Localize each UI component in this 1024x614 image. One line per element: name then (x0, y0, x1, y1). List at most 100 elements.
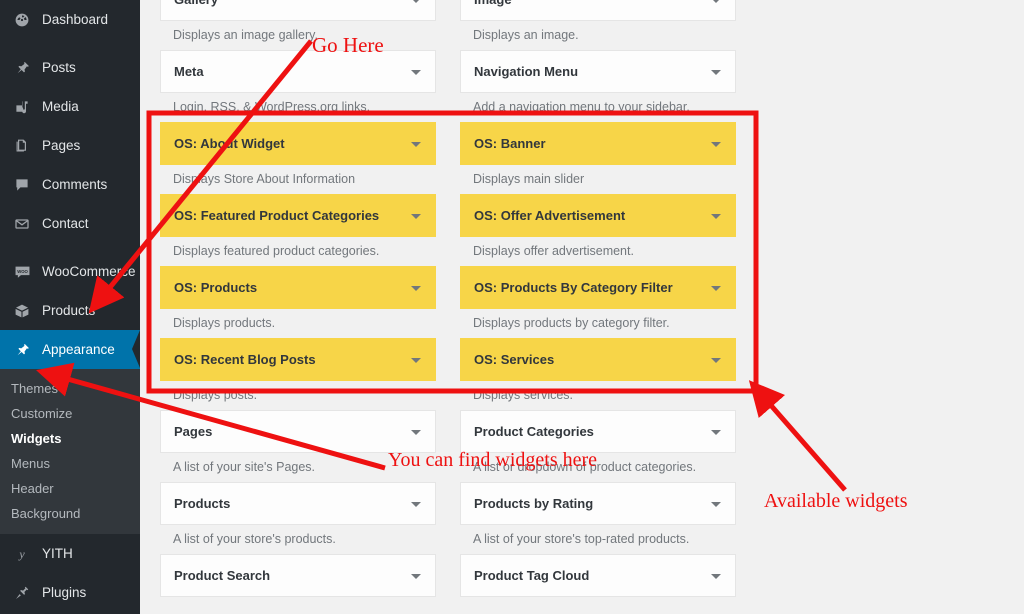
widget-title: OS: Offer Advertisement (474, 208, 626, 223)
widget-title: Gallery (174, 0, 218, 7)
sidebar-item-dashboard[interactable]: Dashboard (0, 0, 140, 39)
widget-toggle-os-products[interactable]: OS: Products (160, 266, 436, 309)
widget-toggle-products-by-rating[interactable]: Products by Rating (460, 482, 736, 525)
pages-icon (11, 136, 33, 156)
widget-card: Image Displays an image. (460, 0, 736, 50)
widget-description: A list of your store's top-rated product… (473, 532, 690, 546)
widget-title: OS: Banner (474, 136, 546, 151)
sidebar-item-contact[interactable]: Contact (0, 204, 140, 243)
chevron-down-icon[interactable] (411, 69, 421, 75)
widget-title: OS: Products (174, 280, 258, 295)
widget-card: OS: About Widget Displays Store About Inf… (160, 122, 436, 194)
widget-toggle-product-search[interactable]: Product Search (160, 554, 436, 597)
chevron-down-icon[interactable] (711, 357, 721, 363)
chevron-down-icon[interactable] (711, 285, 721, 291)
widget-title: Pages (174, 424, 213, 439)
sidebar-item-appearance[interactable]: Appearance (0, 330, 140, 369)
widget-title: OS: About Widget (174, 136, 285, 151)
chevron-down-icon[interactable] (411, 0, 421, 3)
widget-toggle-os-products-by-category-filter[interactable]: OS: Products By Category Filter (460, 266, 736, 309)
widget-toggle-image[interactable]: Image (460, 0, 736, 21)
chevron-down-icon[interactable] (411, 357, 421, 363)
chevron-down-icon[interactable] (711, 0, 721, 3)
chevron-down-icon[interactable] (411, 213, 421, 219)
sidebar-item-pages[interactable]: Pages (0, 126, 140, 165)
widget-card: Gallery Displays an image gallery. (160, 0, 436, 50)
widget-title: Product Tag Cloud (474, 568, 590, 583)
widget-title: OS: Products By Category Filter (474, 280, 673, 295)
widget-title: OS: Recent Blog Posts (174, 352, 316, 367)
widget-description: Displays offer advertisement. (473, 244, 634, 258)
sidebar-subitem-customize[interactable]: Customize (0, 401, 140, 426)
chevron-down-icon[interactable] (411, 429, 421, 435)
chevron-down-icon[interactable] (711, 213, 721, 219)
chevron-down-icon[interactable] (411, 285, 421, 291)
comments-icon (11, 175, 33, 195)
svg-text:WOO: WOO (17, 268, 28, 273)
widget-toggle-os-offer-advertisement[interactable]: OS: Offer Advertisement (460, 194, 736, 237)
widget-description: Displays Store About Information (173, 172, 356, 186)
widget-toggle-products[interactable]: Products (160, 482, 436, 525)
chevron-down-icon[interactable] (411, 573, 421, 579)
widget-toggle-os-services[interactable]: OS: Services (460, 338, 736, 381)
widget-description: Displays an image gallery. (173, 28, 318, 42)
sidebar-item-label: YITH (42, 546, 73, 561)
widget-title: Meta (174, 64, 204, 79)
sidebar-item-label: Contact (42, 216, 89, 231)
sidebar-subitem-widgets[interactable]: Widgets (0, 426, 140, 451)
sidebar-item-media[interactable]: Media (0, 87, 140, 126)
sidebar-item-comments[interactable]: Comments (0, 165, 140, 204)
widget-description: Displays products. (173, 316, 276, 330)
svg-text:y: y (18, 547, 25, 561)
widget-toggle-navigation-menu[interactable]: Navigation Menu (460, 50, 736, 93)
chevron-down-icon[interactable] (411, 141, 421, 147)
sidebar-item-products[interactable]: Products (0, 291, 140, 330)
widget-title: Product Categories (474, 424, 594, 439)
admin-sidebar: Dashboard Posts Media Pages Comments Contact W… (0, 0, 140, 614)
chevron-down-icon[interactable] (711, 501, 721, 507)
widget-title: Products (174, 496, 231, 511)
sidebar-item-woocommerce[interactable]: WOO WooCommerce (0, 252, 140, 291)
widget-toggle-pages[interactable]: Pages (160, 410, 436, 453)
pin-icon (11, 58, 33, 78)
widget-title: Image (474, 0, 512, 7)
widget-toggle-meta[interactable]: Meta (160, 50, 436, 93)
sidebar-item-label: WooCommerce (42, 264, 136, 279)
sidebar-subitem-background[interactable]: Background (0, 501, 140, 526)
widget-description: Displays an image. (473, 28, 579, 42)
sidebar-item-yith[interactable]: y YITH (0, 534, 140, 573)
widget-card: OS: Services Displays services. (460, 338, 736, 410)
chevron-down-icon[interactable] (711, 141, 721, 147)
widget-description: Displays products by category filter. (473, 316, 670, 330)
chevron-down-icon[interactable] (711, 69, 721, 75)
products-icon (11, 301, 33, 321)
sidebar-item-posts[interactable]: Posts (0, 48, 140, 87)
sidebar-subitem-menus[interactable]: Menus (0, 451, 140, 476)
widget-toggle-os-featured-product-categories[interactable]: OS: Featured Product Categories (160, 194, 436, 237)
widget-toggle-gallery[interactable]: Gallery (160, 0, 436, 21)
dashboard-icon (11, 10, 33, 30)
widget-toggle-product-tag-cloud[interactable]: Product Tag Cloud (460, 554, 736, 597)
widget-description: Displays featured product categories. (173, 244, 380, 258)
sidebar-item-label: Dashboard (42, 12, 109, 27)
sidebar-item-plugins[interactable]: Plugins (0, 573, 140, 612)
sidebar-item-label: Media (42, 99, 79, 114)
widget-card: OS: Banner Displays main slider (460, 122, 736, 194)
widget-card: Products by Rating A list of your store's… (460, 482, 736, 554)
widget-card: OS: Featured Product Categories Displays … (160, 194, 436, 266)
widget-toggle-os-recent-blog-posts[interactable]: OS: Recent Blog Posts (160, 338, 436, 381)
widget-toggle-os-about-widget[interactable]: OS: About Widget (160, 122, 436, 165)
chevron-down-icon[interactable] (711, 429, 721, 435)
widget-card: Product Search (160, 554, 436, 614)
widget-toggle-os-banner[interactable]: OS: Banner (460, 122, 736, 165)
sidebar-item-label: Comments (42, 177, 108, 192)
chevron-down-icon[interactable] (411, 501, 421, 507)
media-icon (11, 97, 33, 117)
woocommerce-icon: WOO (11, 262, 33, 282)
sidebar-item-label: Appearance (42, 342, 115, 357)
widget-description: Login, RSS, & WordPress.org links. (173, 100, 371, 114)
chevron-down-icon[interactable] (711, 573, 721, 579)
sidebar-subitem-themes[interactable]: Themes (0, 376, 140, 401)
widget-toggle-product-categories[interactable]: Product Categories (460, 410, 736, 453)
sidebar-subitem-header[interactable]: Header (0, 476, 140, 501)
